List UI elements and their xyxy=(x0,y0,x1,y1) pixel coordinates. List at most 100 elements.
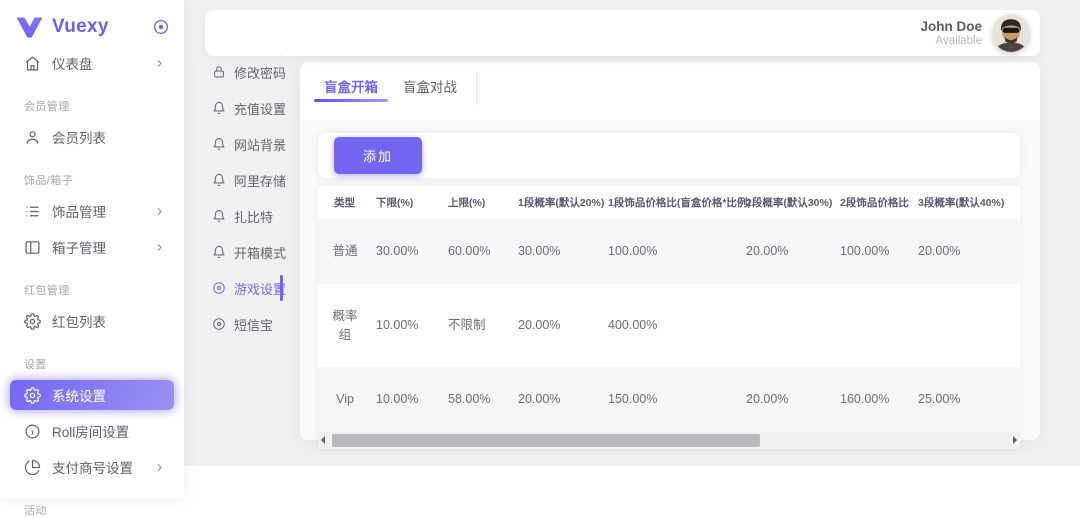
col-header-stage1-prob: 1段概率(默认20%) xyxy=(512,186,602,219)
col-header-stage3-prob: 3段概率(默认40%) xyxy=(912,186,1020,219)
submenu-item-label: 游戏设置 xyxy=(234,279,286,298)
submenu-item-site-background[interactable]: 网站背景 xyxy=(206,126,281,162)
bell-icon xyxy=(212,245,226,259)
cell-stage2-prob xyxy=(740,284,834,368)
menu-pin-toggle-icon[interactable] xyxy=(152,18,170,36)
cell-stage3-prob xyxy=(912,284,1020,368)
cell-stage1-price-ratio: 100.00% xyxy=(602,219,740,284)
info-icon xyxy=(24,423,41,440)
vuexy-logo-icon xyxy=(16,17,43,38)
sidebar-item-redpacket-list[interactable]: 红包列表 xyxy=(10,306,174,336)
sidebar-item-payment-settings[interactable]: 支付商号设置 xyxy=(10,452,174,482)
submenu-item-openbox-mode[interactable]: 开箱模式 xyxy=(206,234,281,270)
lock-icon xyxy=(212,65,226,79)
user-status: Available xyxy=(920,35,982,47)
cell-stage1-price-ratio: 400.00% xyxy=(602,284,740,368)
cell-stage2-price-ratio: 160.00% xyxy=(834,367,912,432)
user-text: John Doe Available xyxy=(920,19,982,47)
add-button[interactable]: 添加 xyxy=(334,137,422,174)
bell-icon xyxy=(212,101,226,115)
tab-blindbox-battle[interactable]: 盲盒对战 xyxy=(397,70,463,111)
tabs-bar: 盲盒开箱 盲盒对战 xyxy=(300,62,1040,111)
table-row[interactable]: 普通 30.00% 60.00% 30.00% 100.00% 20.00% 1… xyxy=(318,219,1020,284)
sidebar-item-dashboard[interactable]: 仪表盘 xyxy=(10,48,174,78)
sidebar-section-settings: 设置 xyxy=(24,356,184,372)
sidebar-item-label: 箱子管理 xyxy=(52,237,153,257)
toolbar: 添加 xyxy=(318,133,1020,178)
disc-icon xyxy=(212,317,226,331)
sidebar-item-member-list[interactable]: 会员列表 xyxy=(10,122,174,152)
submenu-item-label: 网站背景 xyxy=(234,135,286,154)
main-card: 盲盒开箱 盲盒对战 添加 类型 下限(%) 上限(%) 1段 xyxy=(300,62,1040,440)
gear-icon xyxy=(24,387,41,404)
chevron-right-icon xyxy=(153,241,166,254)
cell-lower-limit: 30.00% xyxy=(370,219,442,284)
pie-chart-icon xyxy=(24,459,41,476)
home-icon xyxy=(24,55,41,72)
gear-icon xyxy=(24,313,41,330)
tab-divider xyxy=(476,71,477,105)
avatar[interactable] xyxy=(992,14,1030,52)
sidebar-item-item-management[interactable]: 饰品管理 xyxy=(10,196,174,226)
tab-blindbox-open[interactable]: 盲盒开箱 xyxy=(318,70,384,111)
sidebar-item-label: 仪表盘 xyxy=(52,53,153,73)
sidebar-section-items: 饰品/箱子 xyxy=(24,172,184,188)
cell-stage2-price-ratio xyxy=(834,284,912,368)
box-icon xyxy=(24,239,41,256)
sidebar-section-member: 会员管理 xyxy=(24,98,184,114)
logo-row: Vuexy xyxy=(0,0,184,38)
sidebar-item-label: 系统设置 xyxy=(52,385,166,405)
horizontal-scrollbar[interactable] xyxy=(318,432,1020,449)
table-row[interactable]: Vip 10.00% 58.00% 20.00% 150.00% 20.00% … xyxy=(318,367,1020,432)
chevron-right-icon xyxy=(153,57,166,70)
cell-upper-limit: 60.00% xyxy=(442,219,512,284)
user-menu[interactable]: John Doe Available xyxy=(920,14,1030,52)
submenu-item-label: 修改密码 xyxy=(234,63,286,82)
cell-type: 概率组 xyxy=(318,284,370,368)
tab-label: 盲盒开箱 xyxy=(324,80,378,95)
submenu-item-game-settings[interactable]: 游戏设置 xyxy=(206,270,281,306)
sidebar-nav: 仪表盘 会员管理 会员列表 饰品/箱子 饰品管理 箱子管理 红包管理 红包列表 … xyxy=(0,38,184,518)
col-header-stage2-prob: 2段概率(默认30%) xyxy=(740,186,834,219)
cell-lower-limit: 10.00% xyxy=(370,367,442,432)
cell-upper-limit: 不限制 xyxy=(442,284,512,368)
submenu-item-ali-storage[interactable]: 阿里存储 xyxy=(206,162,281,198)
sidebar-item-system-settings[interactable]: 系统设置 xyxy=(10,380,174,410)
submenu-item-recharge-settings[interactable]: 充值设置 xyxy=(206,90,281,126)
sidebar-section-redpacket: 红包管理 xyxy=(24,282,184,298)
disc-icon xyxy=(212,281,226,295)
bell-icon xyxy=(212,137,226,151)
scrollbar-thumb[interactable] xyxy=(332,434,760,447)
sidebar-item-box-management[interactable]: 箱子管理 xyxy=(10,232,174,262)
cell-lower-limit: 10.00% xyxy=(370,284,442,368)
table-header-row: 类型 下限(%) 上限(%) 1段概率(默认20%) 1段饰品价格比(盲盒价格*… xyxy=(318,186,1020,219)
cell-upper-limit: 58.00% xyxy=(442,367,512,432)
card-body: 添加 类型 下限(%) 上限(%) 1段概率(默认20%) 1段饰品价格比(盲盒… xyxy=(300,120,1040,440)
col-header-upper-limit: 上限(%) xyxy=(442,186,512,219)
cell-stage2-prob: 20.00% xyxy=(740,367,834,432)
submenu-item-label: 扎比特 xyxy=(234,207,273,226)
sidebar-item-roll-room-settings[interactable]: Roll房间设置 xyxy=(10,416,174,446)
sidebar-item-label: 红包列表 xyxy=(52,311,166,331)
data-table: 类型 下限(%) 上限(%) 1段概率(默认20%) 1段饰品价格比(盲盒价格*… xyxy=(318,186,1020,449)
sidebar-item-label: Roll房间设置 xyxy=(52,421,166,441)
submenu-item-label: 阿里存储 xyxy=(234,171,286,190)
sidebar-item-label: 饰品管理 xyxy=(52,201,153,221)
settings-submenu: 修改密码 充值设置 网站背景 阿里存储 扎比特 开箱模式 游戏设置 短信宝 xyxy=(206,54,282,342)
cell-stage1-price-ratio: 150.00% xyxy=(602,367,740,432)
table-row[interactable]: 概率组 10.00% 不限制 20.00% 400.00% xyxy=(318,284,1020,368)
scroll-left-arrow-icon[interactable] xyxy=(321,436,325,444)
user-name: John Doe xyxy=(920,19,982,34)
cell-type: 普通 xyxy=(318,219,370,284)
submenu-item-zhabite[interactable]: 扎比特 xyxy=(206,198,281,234)
submenu-item-smsbao[interactable]: 短信宝 xyxy=(206,306,281,342)
cell-stage2-prob: 20.00% xyxy=(740,219,834,284)
tab-label: 盲盒对战 xyxy=(403,80,457,95)
sidebar-item-label: 会员列表 xyxy=(52,127,166,147)
submenu-item-change-password[interactable]: 修改密码 xyxy=(206,54,281,90)
cell-stage1-prob: 20.00% xyxy=(512,284,602,368)
chevron-right-icon xyxy=(153,461,166,474)
scroll-right-arrow-icon[interactable] xyxy=(1013,436,1017,444)
bell-icon xyxy=(212,173,226,187)
cell-type: Vip xyxy=(318,367,370,432)
